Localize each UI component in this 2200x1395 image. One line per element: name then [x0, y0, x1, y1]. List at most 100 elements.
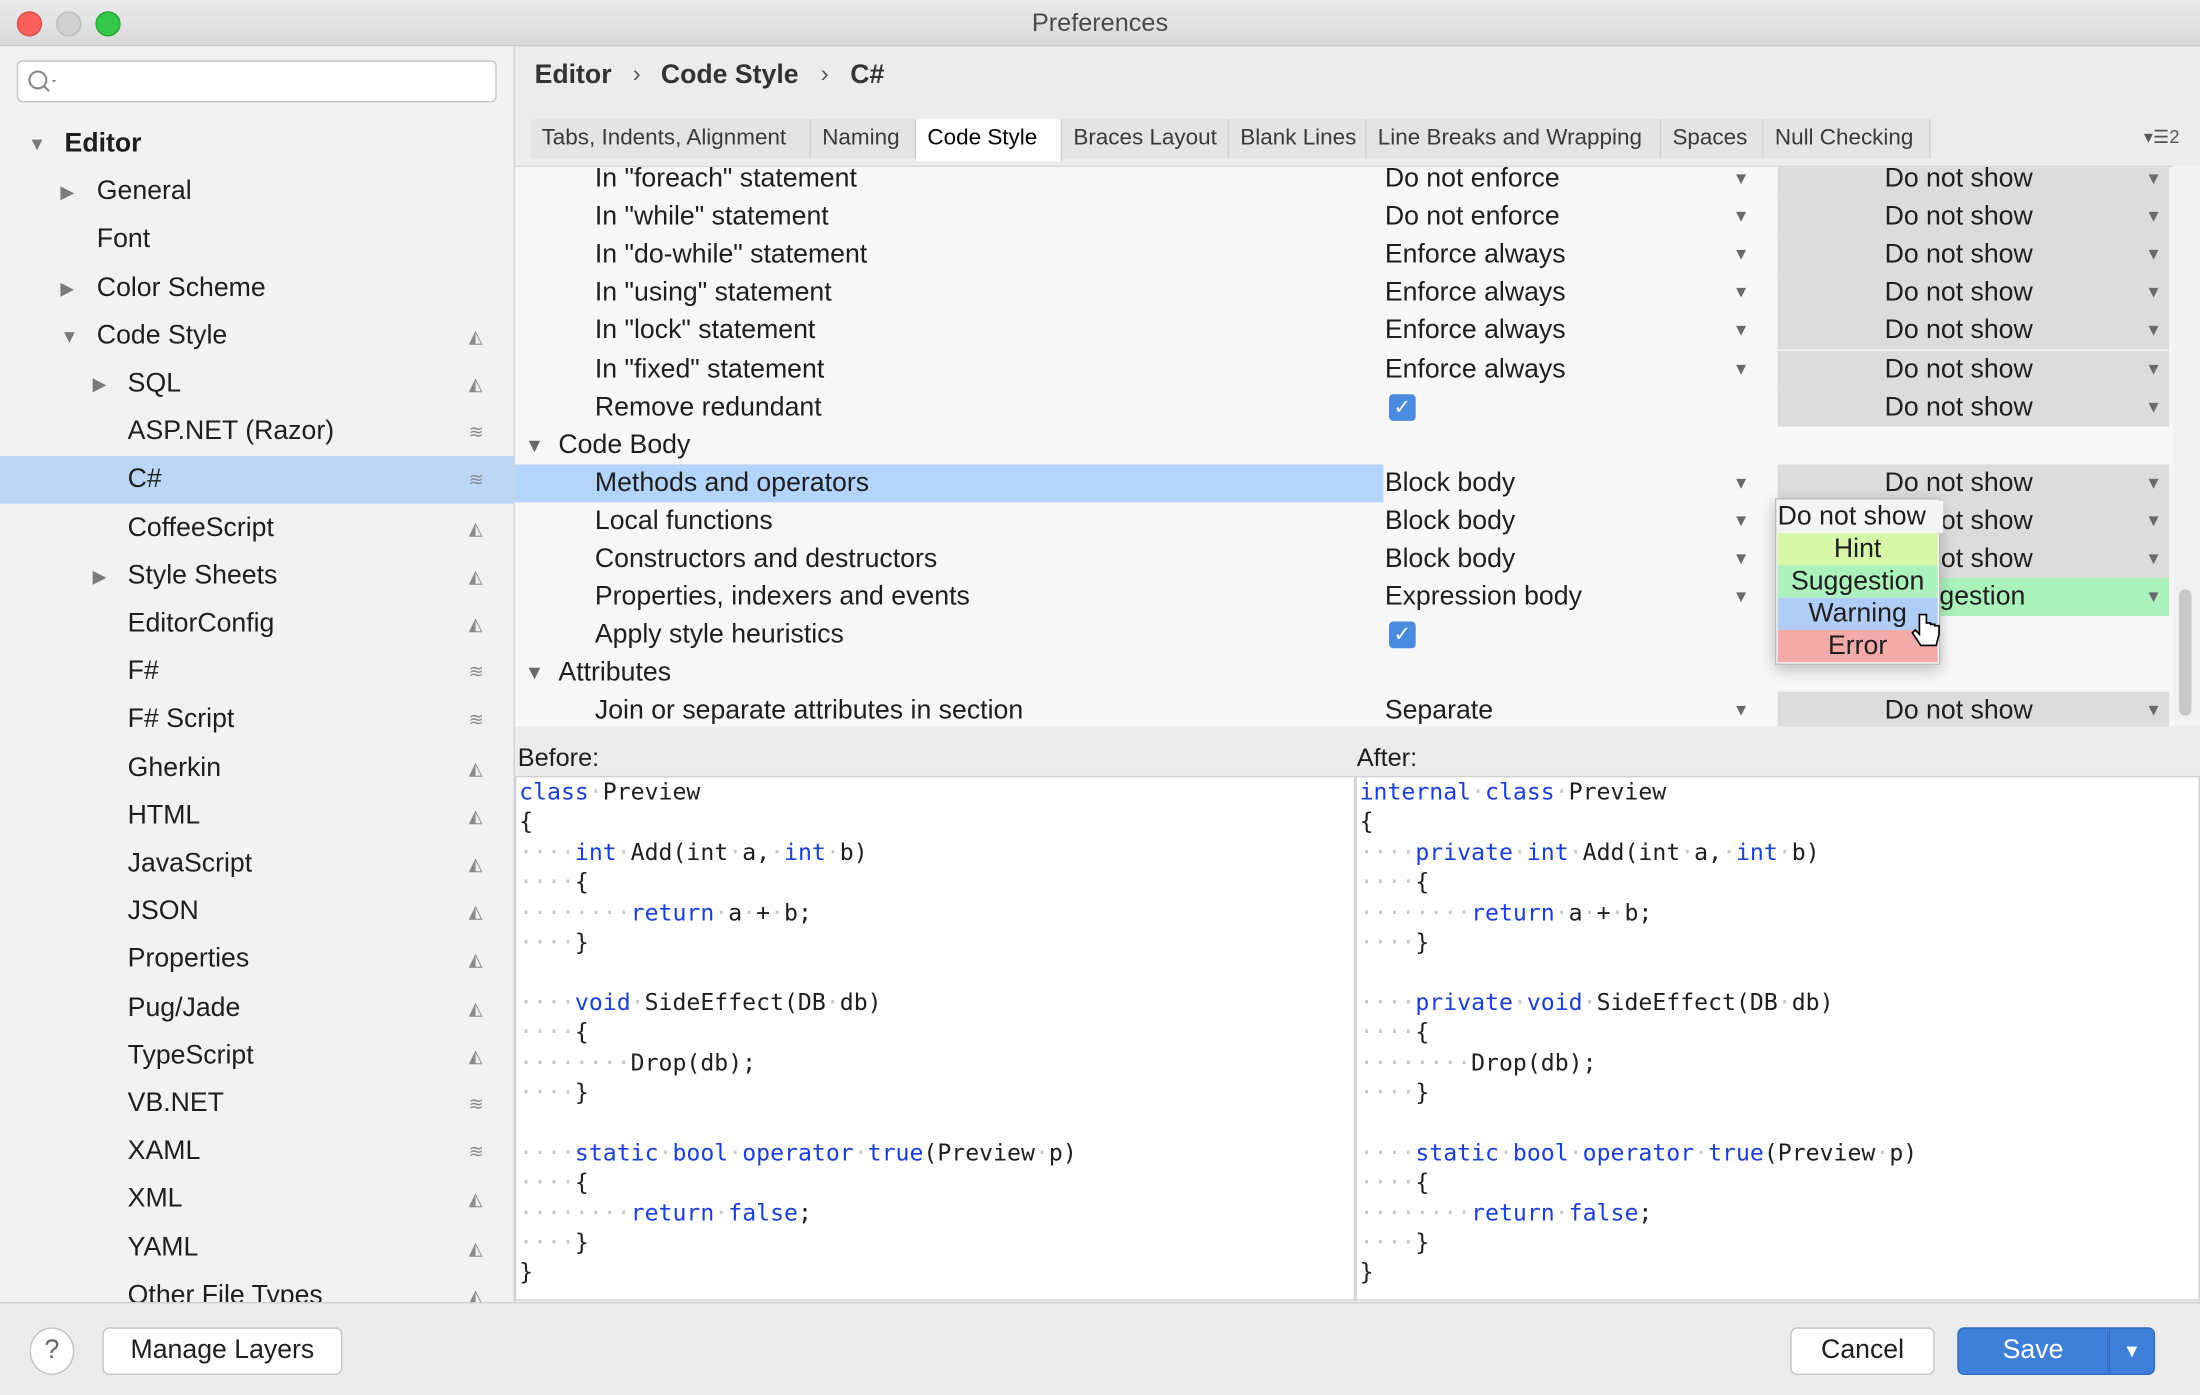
sidebar-item[interactable]: Gherkin ◭: [0, 744, 514, 792]
value-dropdown[interactable]: Enforce always: [1385, 350, 1566, 388]
severity-dropdown[interactable]: Do not show ▼: [1777, 350, 2170, 388]
severity-dropdown[interactable]: Do not show ▼: [1777, 274, 2170, 312]
dropdown-arrow-icon[interactable]: ▼: [1733, 464, 1750, 502]
dropdown-arrow-icon[interactable]: ▼: [2145, 274, 2162, 312]
sidebar-item[interactable]: XML ◭: [0, 1176, 514, 1224]
tab-tabs-indents-alignment[interactable]: Tabs, Indents, Alignment: [530, 119, 811, 159]
collapsed-arrow-icon[interactable]: ▶: [60, 169, 74, 217]
dropdown-arrow-icon[interactable]: ▼: [2145, 388, 2162, 426]
value-dropdown[interactable]: Enforce always: [1385, 236, 1566, 274]
tab-braces-layout[interactable]: Braces Layout: [1062, 119, 1230, 159]
sidebar-item[interactable]: CoffeeScript ◭: [0, 505, 514, 553]
tab-blank-lines[interactable]: Blank Lines: [1229, 119, 1367, 159]
tabs-overflow-button[interactable]: ▾☰2: [2144, 126, 2180, 148]
expanded-arrow-icon[interactable]: ▼: [60, 313, 78, 361]
checkbox[interactable]: ✓: [1389, 621, 1416, 649]
setting-row[interactable]: In "while" statement Do not enforce ▼ Do no…: [515, 197, 2173, 236]
value-dropdown[interactable]: Block body: [1385, 502, 1515, 540]
sidebar-item[interactable]: TypeScript ◭: [0, 1032, 514, 1080]
value-dropdown[interactable]: Enforce always: [1385, 274, 1566, 312]
save-button[interactable]: Save: [1957, 1327, 2109, 1375]
sidebar-item[interactable]: F# ≋: [0, 648, 514, 696]
collapsed-arrow-icon[interactable]: ▶: [93, 361, 107, 409]
setting-row[interactable]: Methods and operators Block body ▼ Do not s…: [514, 464, 2173, 503]
setting-row[interactable]: In "fixed" statement Enforce always ▼ Do no…: [515, 350, 2173, 388]
sidebar-item[interactable]: Font: [0, 217, 514, 265]
sidebar-item[interactable]: ▶ Color Scheme: [0, 265, 514, 313]
sidebar-item[interactable]: Other File Types ◭: [0, 1272, 514, 1302]
value-dropdown[interactable]: Expression body: [1385, 578, 1582, 616]
expanded-arrow-icon[interactable]: ▼: [525, 654, 544, 692]
sidebar-item[interactable]: HTML ◭: [0, 792, 514, 840]
sidebar-item[interactable]: ASP.NET (Razor) ≋: [0, 409, 514, 457]
setting-row[interactable]: Join or separate attributes in section Se…: [515, 692, 2173, 727]
save-options-dropdown[interactable]: ▼: [2108, 1327, 2156, 1375]
sidebar-item[interactable]: VB.NET ≋: [0, 1080, 514, 1128]
dropdown-arrow-icon[interactable]: ▼: [2145, 540, 2162, 578]
severity-dropdown[interactable]: Do not show ▼: [1777, 235, 2170, 274]
dropdown-arrow-icon[interactable]: ▼: [2145, 312, 2162, 350]
sidebar-item[interactable]: ▶ General: [0, 169, 514, 217]
severity-option-suggestion[interactable]: Suggestion: [1777, 565, 1938, 598]
tab-line-breaks-and-wrapping[interactable]: Line Breaks and Wrapping: [1366, 119, 1662, 159]
severity-option-do-not-show[interactable]: Do not show: [1777, 500, 1944, 534]
dropdown-arrow-icon[interactable]: ▼: [1733, 312, 1750, 350]
tab-spaces[interactable]: Spaces: [1661, 119, 1764, 159]
search-input[interactable]: [16, 60, 497, 103]
tab-code-style[interactable]: Code Style: [916, 119, 1063, 162]
dropdown-arrow-icon[interactable]: ▼: [1733, 350, 1750, 388]
tab-null-checking[interactable]: Null Checking: [1763, 119, 1931, 159]
dropdown-arrow-icon[interactable]: ▼: [1733, 502, 1750, 540]
sidebar-item[interactable]: JavaScript ◭: [0, 840, 514, 888]
sidebar-item[interactable]: Pug/Jade ◭: [0, 984, 514, 1032]
dropdown-arrow-icon[interactable]: ▼: [2145, 578, 2162, 616]
sidebar-item[interactable]: JSON ◭: [0, 888, 514, 936]
severity-dropdown[interactable]: Do not show ▼: [1777, 197, 2170, 236]
expanded-arrow-icon[interactable]: ▼: [525, 426, 544, 464]
dropdown-arrow-icon[interactable]: ▼: [1733, 578, 1750, 616]
dropdown-arrow-icon[interactable]: ▼: [2145, 464, 2162, 502]
severity-dropdown[interactable]: Do not show ▼: [1777, 388, 2170, 426]
severity-dropdown[interactable]: Do not show ▼: [1777, 166, 2170, 198]
value-dropdown[interactable]: Block body: [1385, 540, 1515, 578]
breadcrumb-editor[interactable]: Editor: [535, 60, 612, 91]
dropdown-arrow-icon[interactable]: ▼: [1733, 198, 1750, 236]
dropdown-arrow-icon[interactable]: ▼: [2145, 692, 2162, 727]
sidebar-item[interactable]: C# ≋: [0, 456, 514, 505]
value-dropdown[interactable]: Do not enforce: [1385, 167, 1560, 198]
severity-dropdown[interactable]: Do not show ▼: [1777, 692, 2170, 727]
severity-option-hint[interactable]: Hint: [1777, 533, 1938, 566]
sidebar-item[interactable]: EditorConfig ◭: [0, 601, 514, 649]
dropdown-arrow-icon[interactable]: ▼: [1733, 692, 1750, 727]
value-dropdown[interactable]: Enforce always: [1385, 312, 1566, 350]
sidebar-item[interactable]: ▼ Code Style ◭: [0, 313, 514, 361]
value-dropdown[interactable]: Do not enforce: [1385, 198, 1560, 236]
severity-dropdown[interactable]: Do not show ▼: [1777, 312, 2170, 350]
dropdown-arrow-icon[interactable]: ▼: [2145, 236, 2162, 274]
checkbox[interactable]: ✓: [1389, 393, 1416, 421]
collapsed-arrow-icon[interactable]: ▶: [93, 553, 107, 601]
dropdown-arrow-icon[interactable]: ▼: [2145, 502, 2162, 540]
sidebar-item[interactable]: XAML ≋: [0, 1128, 514, 1176]
tab-naming[interactable]: Naming: [810, 119, 917, 159]
sidebar-item[interactable]: Properties ◭: [0, 936, 514, 984]
sidebar-item[interactable]: YAML ◭: [0, 1224, 514, 1272]
severity-dropdown[interactable]: Do not show ▼: [1777, 464, 2170, 503]
value-dropdown[interactable]: Separate: [1385, 692, 1493, 727]
setting-row[interactable]: In "using" statement Enforce always ▼ Do no…: [515, 274, 2173, 312]
dropdown-arrow-icon[interactable]: ▼: [1733, 540, 1750, 578]
dropdown-arrow-icon[interactable]: ▼: [1733, 236, 1750, 274]
dropdown-arrow-icon[interactable]: ▼: [2145, 350, 2162, 388]
manage-layers-button[interactable]: Manage Layers: [102, 1327, 343, 1375]
breadcrumb-code-style[interactable]: Code Style: [661, 60, 799, 91]
sidebar-item[interactable]: ▼ Editor: [0, 121, 514, 169]
dropdown-arrow-icon[interactable]: ▼: [2145, 198, 2162, 236]
setting-row[interactable]: In "do-while" statement Enforce always ▼ Do…: [515, 235, 2173, 274]
cancel-button[interactable]: Cancel: [1790, 1327, 1935, 1375]
setting-row[interactable]: Remove redundant ✓ Do not show ▼: [515, 388, 2173, 426]
value-dropdown[interactable]: Block body: [1385, 464, 1515, 502]
setting-row[interactable]: In "lock" statement Enforce always ▼ Do not…: [515, 312, 2173, 350]
dropdown-arrow-icon[interactable]: ▼: [1733, 274, 1750, 312]
group-row[interactable]: ▼ Code Body: [515, 426, 2173, 464]
sidebar-item[interactable]: ▶ Style Sheets ◭: [0, 553, 514, 601]
